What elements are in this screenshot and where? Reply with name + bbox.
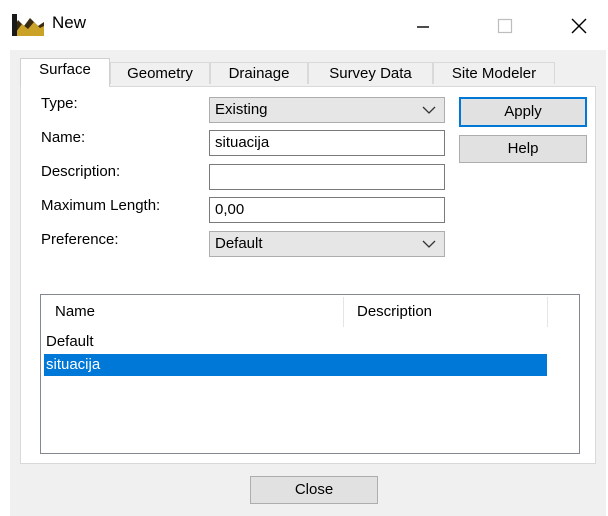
name-value: situacija xyxy=(215,134,270,151)
preference-label: Preference: xyxy=(41,231,119,248)
type-label: Type: xyxy=(41,95,78,112)
column-header-description[interactable]: Description xyxy=(357,303,432,320)
list-item-name: situacija xyxy=(46,356,101,373)
column-divider[interactable] xyxy=(343,297,344,327)
chevron-down-icon xyxy=(422,240,436,248)
maximize-button[interactable] xyxy=(482,6,528,46)
help-button[interactable]: Help xyxy=(459,135,587,163)
tab-site-modeler[interactable]: Site Modeler xyxy=(433,62,555,84)
window-title: New xyxy=(52,13,87,32)
apply-button[interactable]: Apply xyxy=(459,97,587,127)
description-label: Description: xyxy=(41,163,121,180)
minimize-icon xyxy=(417,26,429,28)
chevron-down-icon xyxy=(422,106,436,114)
surface-list[interactable]: Name Description Default situacija xyxy=(40,294,580,454)
maximize-icon xyxy=(497,18,513,34)
list-item-name: Default xyxy=(46,333,94,350)
dialog-window: New Surface Geometry Drainage Survey Dat… xyxy=(0,0,608,516)
type-dropdown[interactable]: Existing xyxy=(209,97,445,123)
title-bar: New xyxy=(0,0,608,50)
preference-dropdown[interactable]: Default xyxy=(209,231,445,257)
name-label: Name: xyxy=(41,129,86,146)
column-header-name[interactable]: Name xyxy=(55,303,95,320)
dialog-body: Surface Geometry Drainage Survey Data Si… xyxy=(10,50,606,516)
column-divider[interactable] xyxy=(547,297,548,327)
max-length-label: Maximum Length: xyxy=(41,197,161,214)
close-button[interactable]: Close xyxy=(250,476,378,504)
max-length-value: 0,00 xyxy=(215,201,245,218)
close-icon xyxy=(571,18,587,34)
tab-drainage[interactable]: Drainage xyxy=(210,62,308,84)
tab-geometry[interactable]: Geometry xyxy=(110,62,210,84)
tab-survey-data[interactable]: Survey Data xyxy=(308,62,433,84)
close-window-button[interactable] xyxy=(556,6,602,46)
list-item[interactable]: Default xyxy=(44,331,547,353)
type-value: Existing xyxy=(215,101,268,118)
tab-surface[interactable]: Surface xyxy=(20,58,110,87)
minimize-button[interactable] xyxy=(400,6,446,46)
preference-value: Default xyxy=(215,235,263,252)
surface-app-icon xyxy=(12,14,44,36)
name-field[interactable]: situacija xyxy=(209,130,445,156)
max-length-field[interactable]: 0,00 xyxy=(209,197,445,223)
list-item-selected[interactable]: situacija xyxy=(44,354,547,376)
description-field[interactable] xyxy=(209,164,445,190)
